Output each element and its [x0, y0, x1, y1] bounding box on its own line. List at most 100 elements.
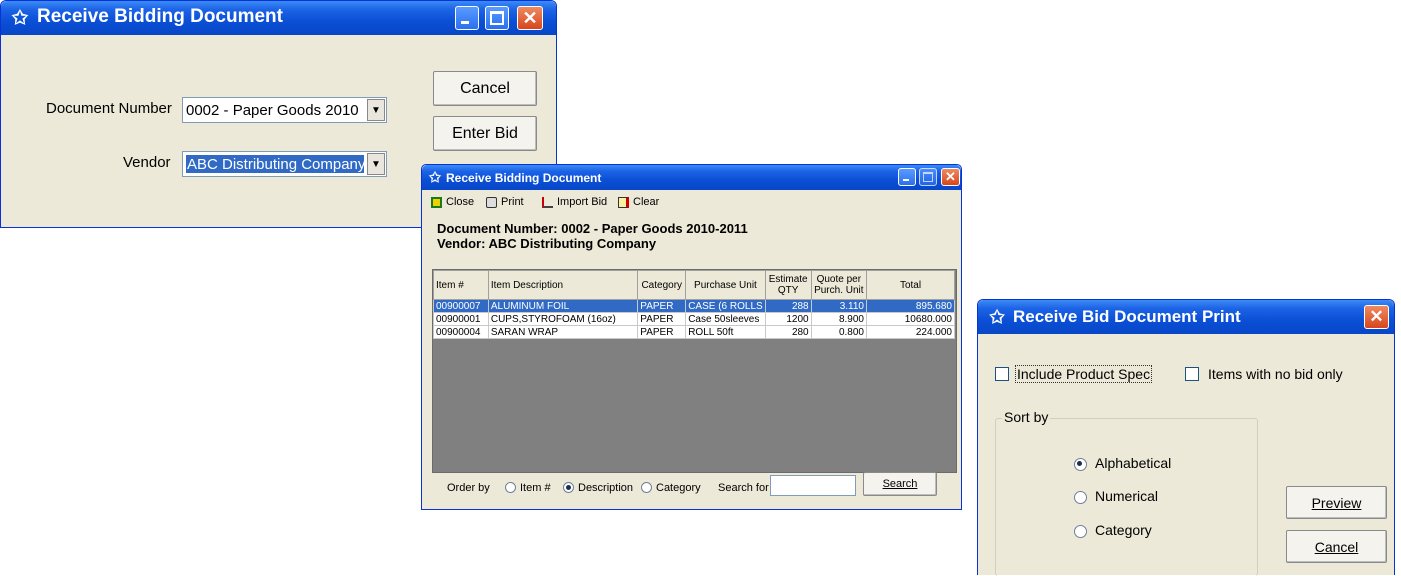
search-label: Search	[882, 478, 918, 490]
toolbar-clear-label: Clear	[633, 196, 660, 208]
close-icon: ✕	[1369, 307, 1384, 326]
close-icon: ✕	[945, 169, 956, 184]
cell-quote[interactable]: 0.800	[810, 325, 868, 339]
title-bar[interactable]: ✩ Receive Bid Document Print ✕	[978, 300, 1394, 334]
minimize-button[interactable]	[898, 168, 916, 186]
cancel-button[interactable]: Cancel	[433, 71, 537, 106]
cell-purchase-unit: CASE (6 ROLLS	[685, 299, 766, 313]
column-header-description[interactable]: Item Description	[487, 270, 639, 300]
receive-bid-document-print-dialog: ✩ Receive Bid Document Print ✕ Include P…	[977, 299, 1395, 576]
column-header-purchase-unit[interactable]: Purchase Unit	[685, 270, 766, 300]
table-row[interactable]: 00900001 CUPS,STYROFOAM (16oz) PAPER Cas…	[433, 312, 955, 326]
close-door-icon	[431, 196, 442, 208]
cell-item: 00900001	[433, 312, 489, 326]
import-icon	[542, 196, 553, 208]
minimize-button[interactable]	[455, 6, 479, 30]
order-item-label: Item #	[520, 482, 551, 494]
vendor-dropdown[interactable]: ABC Distributing Company ▼	[182, 151, 387, 177]
order-item-radio[interactable]	[505, 482, 516, 493]
items-table: Item # Item Description Category Purchas…	[433, 270, 955, 339]
close-button[interactable]: ✕	[517, 6, 543, 30]
category-radio[interactable]	[1074, 525, 1087, 538]
preview-label: Preview	[1311, 494, 1362, 511]
items-no-bid-only-checkbox[interactable]	[1185, 367, 1199, 381]
search-input[interactable]	[770, 475, 856, 496]
items-no-bid-only-label: Items with no bid only	[1208, 366, 1343, 382]
cell-total: 224.000	[866, 325, 955, 339]
toolbar-import-bid-button[interactable]: Import Bid	[542, 196, 607, 208]
vendor-label: Vendor	[123, 154, 171, 171]
cell-purchase-unit: Case 50sleeves	[685, 312, 766, 326]
chevron-down-icon[interactable]: ▼	[367, 153, 385, 175]
include-product-spec-label[interactable]: Include Product Spec	[1014, 365, 1153, 383]
column-header-category[interactable]: Category	[637, 270, 687, 300]
close-button[interactable]: ✕	[1364, 305, 1389, 329]
enter-bid-label: Enter Bid	[452, 124, 518, 142]
vendor-value: ABC Distributing Company	[186, 155, 364, 173]
app-star-icon: ✩	[429, 168, 441, 185]
cell-item: 00900004	[433, 325, 489, 339]
table-header-row: Item # Item Description Category Purchas…	[433, 270, 955, 300]
order-category-radio[interactable]	[641, 482, 652, 493]
table-row[interactable]: 00900004 SARAN WRAP PAPER ROLL 50ft 280 …	[433, 325, 955, 339]
alphabetical-label: Alphabetical	[1095, 455, 1172, 471]
cell-description: CUPS,STYROFOAM (16oz)	[487, 312, 639, 326]
category-label: Category	[1095, 522, 1152, 538]
document-number-dropdown[interactable]: 0002 - Paper Goods 2010 ▼	[182, 97, 387, 123]
close-icon: ✕	[522, 7, 538, 28]
toolbar-print-button[interactable]: Print	[486, 196, 524, 208]
toolbar-close-label: Close	[446, 196, 475, 208]
maximize-icon	[923, 172, 933, 182]
close-button[interactable]: ✕	[941, 168, 960, 186]
document-number-heading: Document Number: 0002 - Paper Goods 2010…	[437, 221, 748, 236]
maximize-button[interactable]	[919, 168, 937, 186]
column-header-item[interactable]: Item #	[433, 270, 489, 300]
receive-bidding-document-grid-window: ✩ Receive Bidding Document ✕ Close Print…	[421, 164, 962, 510]
items-grid[interactable]: Item # Item Description Category Purchas…	[432, 269, 957, 473]
cell-purchase-unit: ROLL 50ft	[685, 325, 766, 339]
preview-button[interactable]: Preview	[1286, 486, 1387, 519]
window-title: Receive Bidding Document	[446, 171, 602, 185]
maximize-icon	[490, 11, 504, 25]
cell-qty: 280	[764, 325, 812, 339]
clear-icon	[618, 196, 629, 208]
toolbar-print-label: Print	[501, 196, 524, 208]
cell-total: 10680.000	[866, 312, 955, 326]
title-bar[interactable]: ✩ Receive Bidding Document ✕	[1, 1, 556, 35]
title-bar[interactable]: ✩ Receive Bidding Document ✕	[422, 165, 961, 190]
cell-category: PAPER	[637, 299, 687, 313]
window-title: Receive Bidding Document	[37, 6, 283, 27]
include-product-spec-checkbox[interactable]	[995, 367, 1009, 381]
cancel-label: Cancel	[460, 79, 510, 97]
cancel-button[interactable]: Cancel	[1286, 530, 1387, 563]
alphabetical-radio[interactable]	[1074, 458, 1087, 471]
cell-quote[interactable]: 3.110	[810, 299, 868, 313]
app-star-icon: ✩	[989, 306, 1005, 327]
cell-total: 895.680	[866, 299, 955, 313]
vendor-heading: Vendor: ABC Distributing Company	[437, 236, 657, 251]
column-header-quote[interactable]: Quote per Purch. Unit	[810, 270, 868, 300]
numerical-radio[interactable]	[1074, 491, 1087, 504]
order-by-label: Order by	[447, 482, 490, 494]
column-header-total[interactable]: Total	[866, 270, 955, 300]
search-button[interactable]: Search	[863, 472, 937, 496]
printer-icon	[486, 196, 497, 208]
column-header-estimate-qty[interactable]: Estimate QTY	[764, 270, 812, 300]
toolbar-clear-button[interactable]: Clear	[618, 196, 659, 208]
app-star-icon: ✩	[12, 7, 28, 29]
order-description-radio[interactable]	[563, 482, 574, 493]
cell-description: SARAN WRAP	[487, 325, 639, 339]
cell-quote[interactable]: 8.900	[810, 312, 868, 326]
chevron-down-icon[interactable]: ▼	[367, 99, 385, 121]
numerical-label: Numerical	[1095, 488, 1159, 504]
table-row[interactable]: 00900007 ALUMINUM FOIL PAPER CASE (6 ROL…	[433, 299, 955, 313]
sort-by-label: Sort by	[1002, 409, 1051, 425]
enter-bid-button[interactable]: Enter Bid	[433, 116, 537, 151]
cell-qty: 288	[764, 299, 812, 313]
search-for-label: Search for	[718, 482, 769, 494]
document-number-label: Document Number	[46, 100, 172, 117]
cell-qty: 1200	[764, 312, 812, 326]
cell-category: PAPER	[637, 325, 687, 339]
maximize-button[interactable]	[485, 6, 509, 30]
toolbar-close-button[interactable]: Close	[431, 196, 474, 208]
